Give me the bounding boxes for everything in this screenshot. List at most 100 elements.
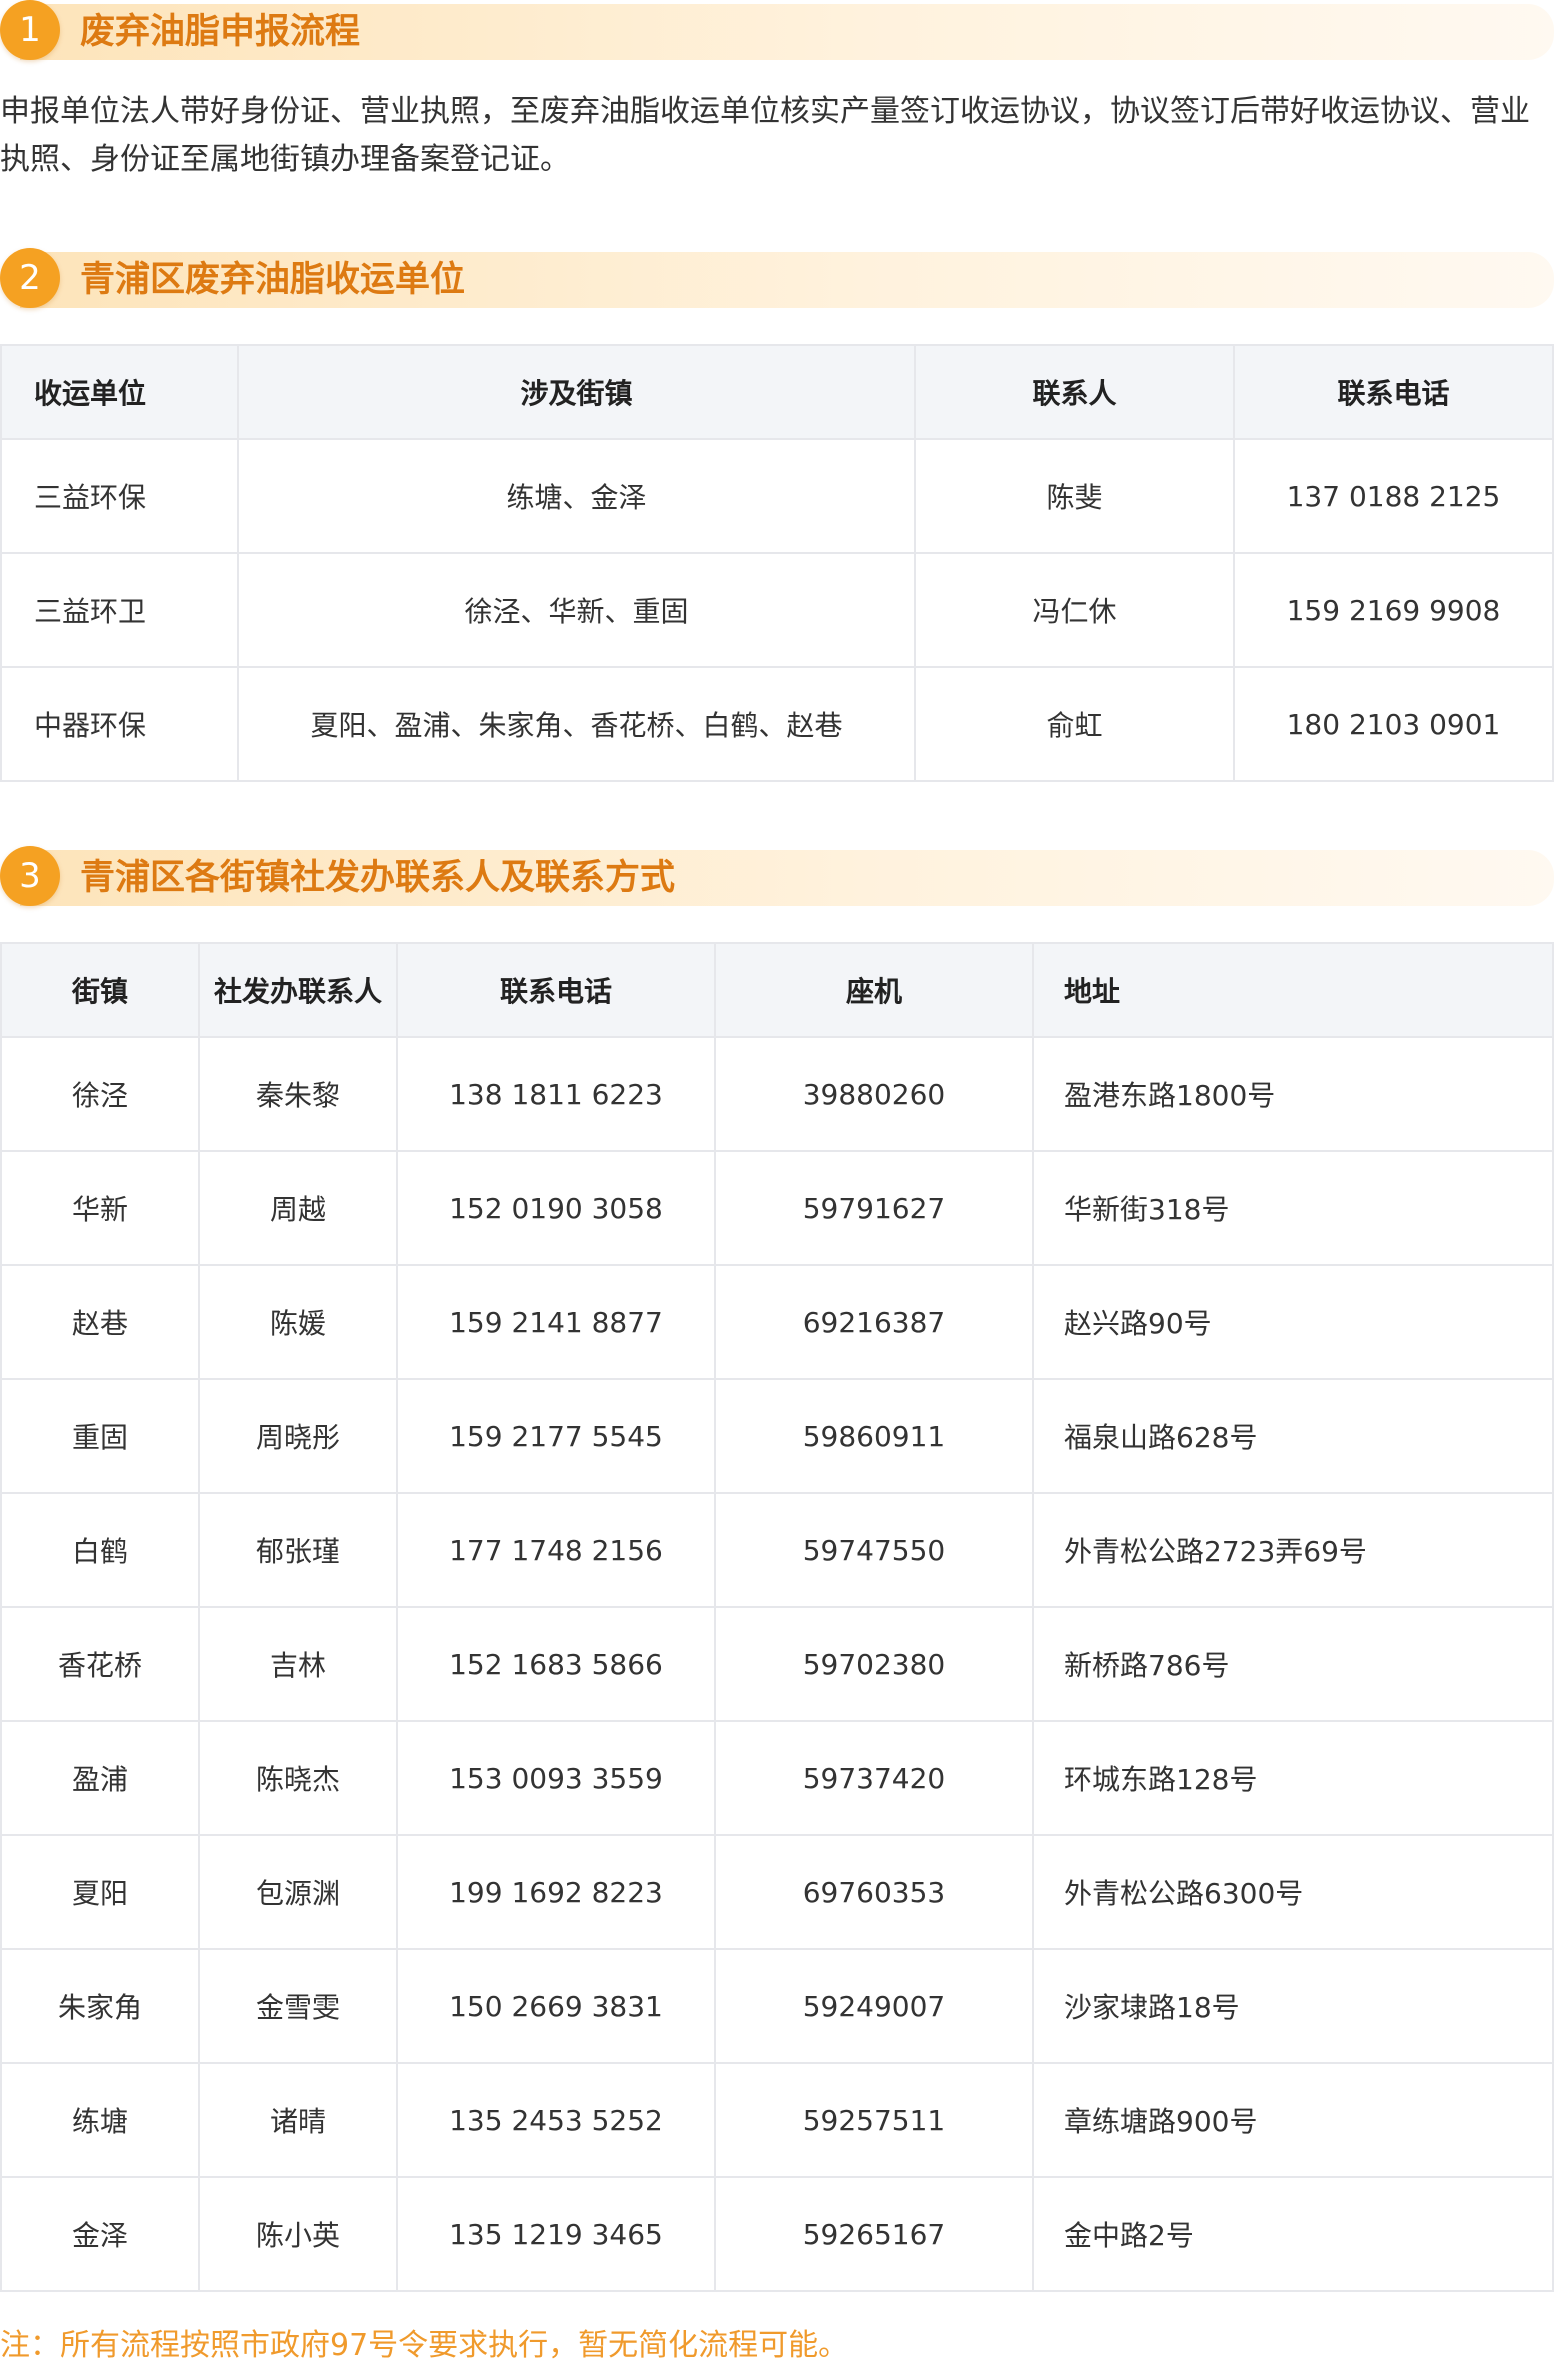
section-number-badge: 2: [0, 248, 60, 308]
table-cell: 177 1748 2156: [396, 1492, 716, 1608]
column-header: 联系人: [914, 344, 1235, 440]
table-cell: 三益环保: [0, 438, 239, 554]
table-cell: 吉林: [198, 1606, 398, 1722]
table-cell: 华新: [0, 1150, 200, 1266]
table-row: 白鹤 郁张瑾 177 1748 2156 59747550 外青松公路2723弄69号: [0, 1492, 1554, 1608]
table-cell: 金泽: [0, 2176, 200, 2292]
table-cell: 外青松公路2723弄69号: [1032, 1492, 1554, 1608]
table-cell: 周越: [198, 1150, 398, 1266]
table-row: 夏阳 包源渊 199 1692 8223 69760353 外青松公路6300号: [0, 1834, 1554, 1950]
table-cell: 重固: [0, 1378, 200, 1494]
table-row: 三益环卫 徐泾、华新、重固 冯仁休 159 2169 9908: [0, 552, 1554, 668]
table-cell: 徐泾: [0, 1036, 200, 1152]
column-header: 涉及街镇: [237, 344, 916, 440]
table-cell: 137 0188 2125: [1233, 438, 1554, 554]
collection-units-table: 收运单位 涉及街镇 联系人 联系电话 三益环保 练塘、金泽 陈斐 137 0188 2…: [0, 344, 1554, 782]
section-header-units: 2 青浦区废弃油脂收运单位: [0, 248, 1554, 312]
table-row: 朱家角 金雪雯 150 2669 3831 59249007 沙家埭路18号: [0, 1948, 1554, 2064]
table-header-row: 街镇 社发办联系人 联系电话 座机 地址: [0, 942, 1554, 1038]
table-cell: 150 2669 3831: [396, 1948, 716, 2064]
table-cell: 59265167: [714, 2176, 1034, 2292]
table-cell: 香花桥: [0, 1606, 200, 1722]
table-row: 重固 周晓彤 159 2177 5545 59860911 福泉山路628号: [0, 1378, 1554, 1494]
column-header: 联系电话: [396, 942, 716, 1038]
table-cell: 39880260: [714, 1036, 1034, 1152]
table-row: 盈浦 陈晓杰 153 0093 3559 59737420 环城东路128号: [0, 1720, 1554, 1836]
table-cell: 135 2453 5252: [396, 2062, 716, 2178]
table-cell: 新桥路786号: [1032, 1606, 1554, 1722]
table-cell: 陈媛: [198, 1264, 398, 1380]
column-header: 地址: [1032, 942, 1554, 1038]
section-title: 废弃油脂申报流程: [80, 12, 361, 52]
table-cell: 三益环卫: [0, 552, 239, 668]
table-cell: 153 0093 3559: [396, 1720, 716, 1836]
table-cell: 赵巷: [0, 1264, 200, 1380]
table-cell: 199 1692 8223: [396, 1834, 716, 1950]
section-header-contacts: 3 青浦区各街镇社发办联系人及联系方式: [0, 846, 1554, 910]
table-cell: 福泉山路628号: [1032, 1378, 1554, 1494]
section-number-badge: 3: [0, 846, 60, 906]
table-cell: 赵兴路90号: [1032, 1264, 1554, 1380]
column-header: 社发办联系人: [198, 942, 398, 1038]
column-header: 收运单位: [0, 344, 239, 440]
table-cell: 159 2177 5545: [396, 1378, 716, 1494]
table-cell: 69216387: [714, 1264, 1034, 1380]
street-contacts-table: 街镇 社发办联系人 联系电话 座机 地址 徐泾 秦朱黎 138 1811 6223 3…: [0, 942, 1554, 2292]
table-cell: 159 2169 9908: [1233, 552, 1554, 668]
table-cell: 59702380: [714, 1606, 1034, 1722]
table-cell: 外青松公路6300号: [1032, 1834, 1554, 1950]
table-cell: 138 1811 6223: [396, 1036, 716, 1152]
table-cell: 陈斐: [914, 438, 1235, 554]
table-cell: 冯仁休: [914, 552, 1235, 668]
column-header: 联系电话: [1233, 344, 1554, 440]
table-cell: 秦朱黎: [198, 1036, 398, 1152]
table-cell: 59791627: [714, 1150, 1034, 1266]
table-row: 三益环保 练塘、金泽 陈斐 137 0188 2125: [0, 438, 1554, 554]
table-cell: 陈小英: [198, 2176, 398, 2292]
section-title: 青浦区各街镇社发办联系人及联系方式: [80, 858, 676, 898]
table-cell: 152 1683 5866: [396, 1606, 716, 1722]
column-header: 街镇: [0, 942, 200, 1038]
table-cell: 59747550: [714, 1492, 1034, 1608]
table-cell: 152 0190 3058: [396, 1150, 716, 1266]
table-cell: 180 2103 0901: [1233, 666, 1554, 782]
table-cell: 包源渊: [198, 1834, 398, 1950]
table-cell: 59257511: [714, 2062, 1034, 2178]
table-cell: 白鹤: [0, 1492, 200, 1608]
table-cell: 俞虹: [914, 666, 1235, 782]
table-cell: 夏阳: [0, 1834, 200, 1950]
table-cell: 练塘: [0, 2062, 200, 2178]
table-row: 华新 周越 152 0190 3058 59791627 华新街318号: [0, 1150, 1554, 1266]
section-header-process: 1 废弃油脂申报流程: [0, 0, 1554, 64]
footnote: 注：所有流程按照市政府97号令要求执行，暂无简化流程可能。: [0, 2328, 849, 2363]
table-row: 中器环保 夏阳、盈浦、朱家角、香花桥、白鹤、赵巷 俞虹 180 2103 0901: [0, 666, 1554, 782]
table-cell: 135 1219 3465: [396, 2176, 716, 2292]
table-cell: 陈晓杰: [198, 1720, 398, 1836]
table-cell: 59860911: [714, 1378, 1034, 1494]
table-cell: 环城东路128号: [1032, 1720, 1554, 1836]
table-cell: 华新街318号: [1032, 1150, 1554, 1266]
table-cell: 69760353: [714, 1834, 1034, 1950]
table-row: 赵巷 陈媛 159 2141 8877 69216387 赵兴路90号: [0, 1264, 1554, 1380]
table-cell: 中器环保: [0, 666, 239, 782]
table-cell: 盈浦: [0, 1720, 200, 1836]
table-cell: 59249007: [714, 1948, 1034, 2064]
table-cell: 诸晴: [198, 2062, 398, 2178]
table-row: 徐泾 秦朱黎 138 1811 6223 39880260 盈港东路1800号: [0, 1036, 1554, 1152]
table-cell: 盈港东路1800号: [1032, 1036, 1554, 1152]
section-number-badge: 1: [0, 0, 60, 60]
column-header: 座机: [714, 942, 1034, 1038]
table-row: 金泽 陈小英 135 1219 3465 59265167 金中路2号: [0, 2176, 1554, 2292]
table-cell: 59737420: [714, 1720, 1034, 1836]
table-cell: 夏阳、盈浦、朱家角、香花桥、白鹤、赵巷: [237, 666, 916, 782]
table-cell: 徐泾、华新、重固: [237, 552, 916, 668]
table-cell: 章练塘路900号: [1032, 2062, 1554, 2178]
table-cell: 郁张瑾: [198, 1492, 398, 1608]
table-cell: 沙家埭路18号: [1032, 1948, 1554, 2064]
table-row: 香花桥 吉林 152 1683 5866 59702380 新桥路786号: [0, 1606, 1554, 1722]
table-cell: 159 2141 8877: [396, 1264, 716, 1380]
table-cell: 练塘、金泽: [237, 438, 916, 554]
table-cell: 金中路2号: [1032, 2176, 1554, 2292]
table-row: 练塘 诸晴 135 2453 5252 59257511 章练塘路900号: [0, 2062, 1554, 2178]
process-description: 申报单位法人带好身份证、营业执照，至废弃油脂收运单位核实产量签订收运协议，协议签…: [0, 94, 1530, 177]
